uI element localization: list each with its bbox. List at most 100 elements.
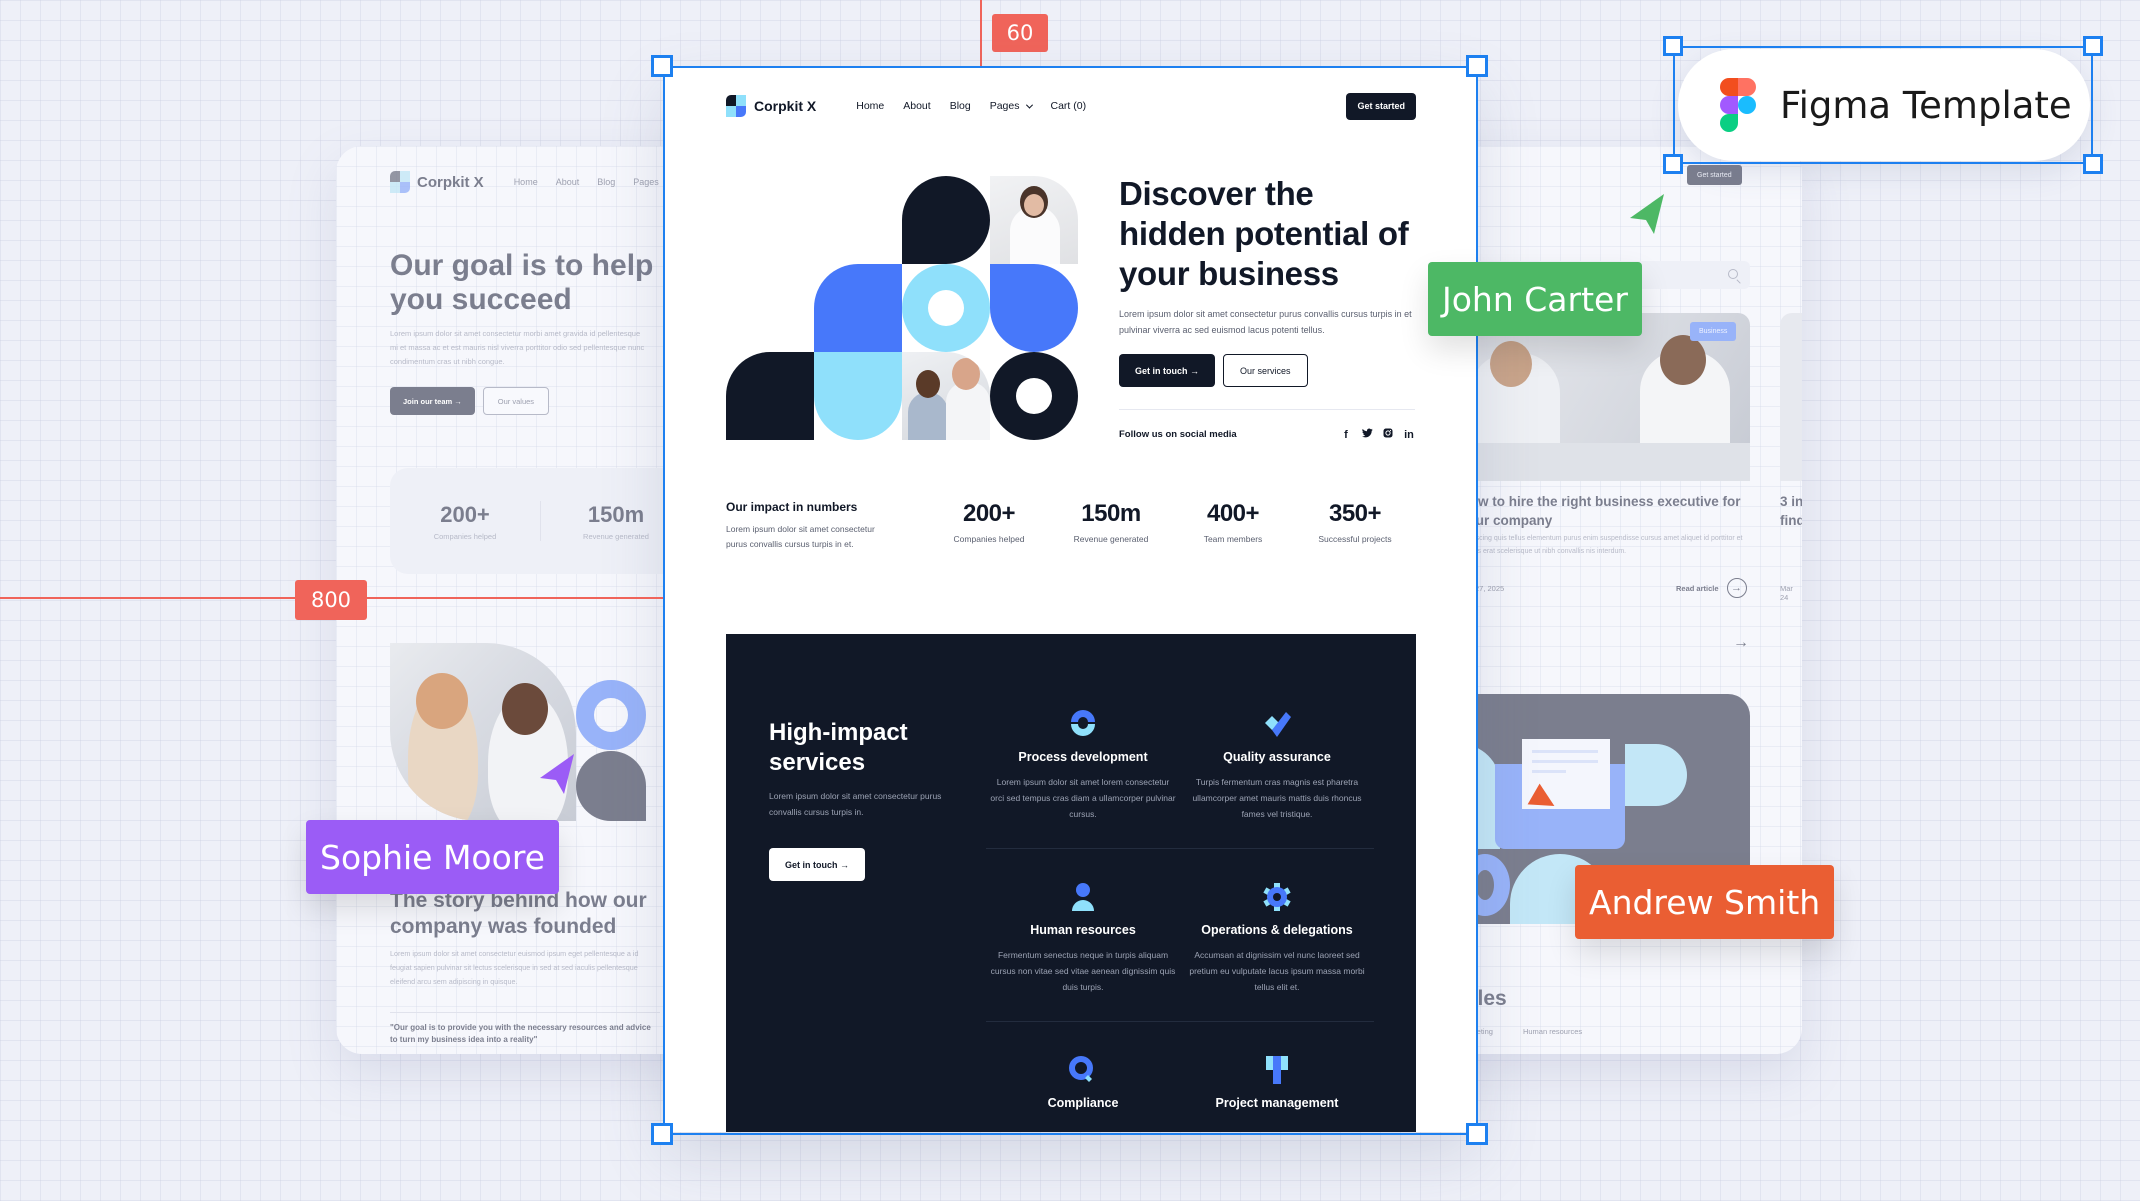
service-name: Process development [1018,750,1148,764]
left-page-title: Our goal is to help you succeed [390,249,654,316]
divider [1119,409,1415,410]
left-page-lead: Lorem ipsum dolor sit amet consectetur m… [390,329,645,366]
process-icon [1063,708,1103,740]
article-title[interactable]: How to hire the right business executive… [1460,492,1750,530]
stat-value: 200+ [962,500,1016,527]
left-page-brand: Corpkit X [390,171,484,193]
get-started-button[interactable]: Get started [1346,92,1416,120]
chevron-down-icon [1025,101,1033,109]
decorative-ring [576,680,646,750]
service-text: Turpis fermentum cras magnis est pharetr… [1192,777,1362,819]
stat-value: 200+ [440,501,490,527]
left-nav-home[interactable]: Home [514,177,538,187]
our-services-button[interactable]: Our services [1223,354,1308,387]
article-title-2[interactable]: 3 in find [1780,492,1802,530]
figma-logo-icon [1720,78,1756,132]
badge-handle-bottom-left[interactable] [1663,154,1683,174]
join-team-button[interactable]: Join our team → [390,387,475,415]
photo-woman [990,176,1078,264]
project-icon [1257,1054,1297,1086]
shape-ring [902,264,990,352]
service-card[interactable]: Project management [1180,1022,1374,1132]
facebook-icon[interactable]: f [1340,429,1352,441]
shape-blue [814,264,902,352]
spacing-measure-left: 800 [295,580,367,620]
nav-pages-label: Pages [989,100,1020,112]
article-image-2[interactable] [1780,313,1802,481]
article-date-2: Mar 24 [1780,584,1793,602]
tab-human-resources[interactable]: Human resources [1523,1027,1582,1036]
stat-label: Team members [1203,534,1263,544]
gear-icon [1257,881,1297,913]
figma-template-label: Figma Template [1780,83,2072,127]
twitter-icon[interactable] [1361,428,1373,441]
resize-handle-top-right[interactable] [1466,55,1488,77]
linkedin-icon[interactable]: in [1403,429,1415,441]
impact-title: Our impact in numbers [726,500,858,514]
nav-blog[interactable]: Blog [950,100,971,112]
brand[interactable]: Corpkit X [726,95,816,117]
search-icon [1728,269,1738,279]
service-text: Accumsan at dignissim vel nunc laoreet s… [1189,950,1365,992]
service-text: Fermentum senectus neque in turpis aliqu… [990,950,1176,992]
service-name: Human resources [1030,923,1136,937]
badge-handle-bottom-right[interactable] [2083,154,2103,174]
service-card[interactable]: Operations & delegations Accumsan at dig… [1180,849,1374,1021]
spacing-measure-top: 60 [992,14,1048,52]
magnifier-icon [1063,1054,1103,1086]
badge-handle-top-left[interactable] [1663,36,1683,56]
checkmark-icon [1257,708,1297,740]
get-in-touch-button[interactable]: Get in touch → [1119,354,1215,387]
cursor-john-icon [1630,194,1664,234]
stat-value: 350+ [1328,500,1382,527]
left-nav-blog[interactable]: Blog [597,177,615,187]
decorative-shape [576,751,646,821]
nav-cart[interactable]: Cart (0) [1051,100,1087,112]
badge-handle-top-right[interactable] [2083,36,2103,56]
next-arrow-icon[interactable]: → [1733,634,1749,652]
instagram-icon[interactable] [1382,428,1394,441]
stat-team: 400+ Team members [1172,500,1294,544]
story-title: The story behind how our company was fou… [390,889,647,938]
service-name: Quality assurance [1223,750,1331,764]
person-icon [1063,881,1103,913]
left-nav-about[interactable]: About [556,177,580,187]
read-article-link[interactable]: Read article → [1676,578,1747,598]
photo-team [902,352,990,440]
resize-handle-top-left[interactable] [651,55,673,77]
stat-value: 150m [1081,500,1141,527]
hero-graphic [726,176,1078,440]
shape-dark-2 [726,352,814,440]
shape-dark [902,176,990,264]
article-description: Adipiscing quis tellus elementum purus e… [1460,535,1743,555]
brand-name: Corpkit X [417,173,484,191]
logo-icon [726,95,746,117]
nav-pages[interactable]: Pages [989,100,1033,112]
service-card[interactable]: Compliance [986,1022,1180,1132]
services-get-in-touch-button[interactable]: Get in touch → [769,848,865,881]
right-get-started-button[interactable]: Get started [1687,165,1742,185]
nav-home[interactable]: Home [856,100,884,112]
left-nav-pages[interactable]: Pages [633,177,659,187]
service-name: Operations & delegations [1201,923,1353,937]
service-card[interactable]: Quality assurance Turpis fermentum cras … [1180,708,1374,848]
hero-title: Discover the hidden potential of your bu… [1119,175,1409,292]
nav-about[interactable]: About [903,100,930,112]
service-card[interactable]: Human resources Fermentum senectus neque… [986,849,1180,1021]
logo-icon [390,171,410,193]
service-name: Project management [1215,1096,1339,1110]
our-values-button[interactable]: Our values [482,387,550,415]
resize-handle-bottom-right[interactable] [1466,1123,1488,1145]
impact-description: Lorem ipsum dolor sit amet consectetur p… [726,524,875,549]
stat-revenue: 150m Revenue generated [1050,500,1172,544]
main-page-frame[interactable]: Corpkit X Home About Blog Pages Cart (0)… [664,68,1476,1132]
service-card[interactable]: Process development Lorem ipsum dolor si… [986,708,1180,848]
figma-template-badge[interactable]: Figma Template [1678,49,2090,161]
services-section: High-impact services Lorem ipsum dolor s… [726,634,1416,1132]
services-grid: Process development Lorem ipsum dolor si… [986,708,1374,1132]
service-text: Lorem ipsum dolor sit amet lorem consect… [990,777,1176,819]
stat-label: Companies helped [953,534,1025,544]
resize-handle-bottom-left[interactable] [651,1123,673,1145]
impact-section: Our impact in numbers Lorem ipsum dolor … [726,500,1416,552]
brand-name: Corpkit X [754,98,817,114]
